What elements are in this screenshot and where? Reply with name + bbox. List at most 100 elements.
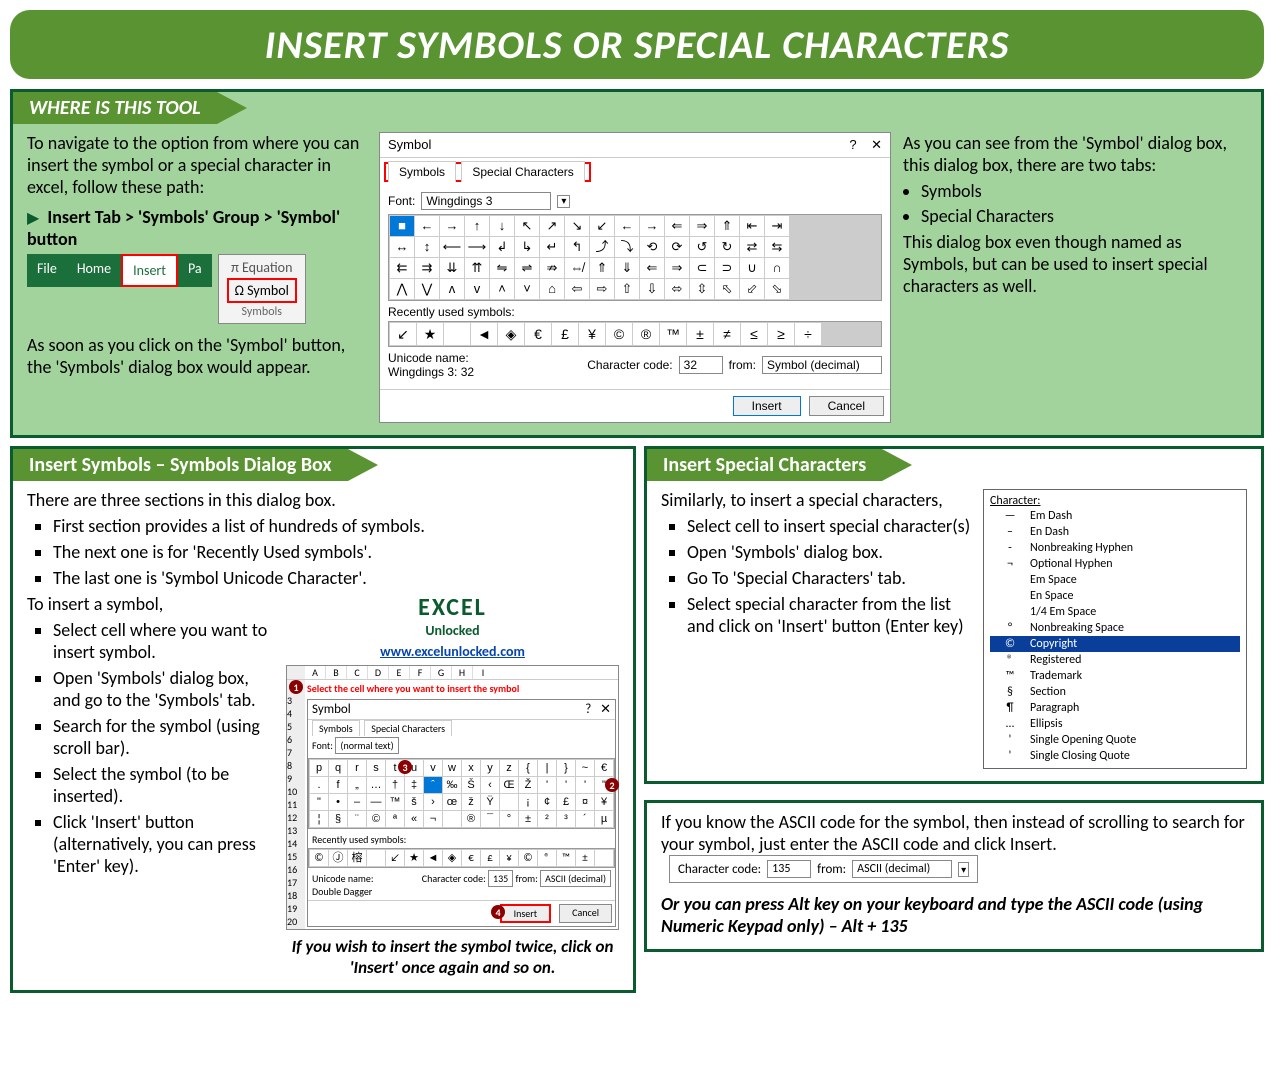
symbol-cell[interactable]: ¨ [348,811,366,827]
char-list-row[interactable]: 'Single Opening Quote [990,732,1240,748]
symbol-cell[interactable]: › [424,794,442,810]
recent-symbol-cell[interactable]: ™ [557,850,575,866]
symbol-cell[interactable]: « [405,811,423,827]
recent-symbol-cell[interactable]: © [519,850,537,866]
recent-symbol-cell[interactable]: ® [633,323,659,345]
recent-symbol-cell[interactable]: ★ [405,850,423,866]
symbol-cell[interactable]: ¯ [481,811,499,827]
symbol-cell[interactable]: † [386,777,404,793]
symbol-cell[interactable]: ⇑ [590,258,614,278]
recent-symbol-cell[interactable]: ÷ [795,323,821,345]
symbol-cell[interactable]: ´ [576,811,594,827]
symbol-cell[interactable]: ⇇ [390,258,414,278]
symbol-cell[interactable]: Ž [519,777,537,793]
logo-link[interactable]: www.excelunlocked.com [380,643,525,660]
symbol-cell[interactable]: ↵ [540,237,564,257]
symbol-cell[interactable]: ~ [576,760,594,776]
symbol-cell[interactable]: ⇤ [740,216,764,236]
symbol-cell[interactable]: ⊃ [715,258,739,278]
symbol-cell[interactable]: ⟲ [640,237,664,257]
symbol-cell[interactable]: ⇐ [665,216,689,236]
symbol-cell[interactable]: ↘ [565,216,589,236]
symbol-cell[interactable]: ↑ [465,216,489,236]
symbol-cell[interactable]: ¡ [519,794,537,810]
symbol-cell[interactable]: ⇒ [665,258,689,278]
recent-symbol-cell[interactable]: ≥ [768,323,794,345]
symbol-cell[interactable]: ↓ [490,216,514,236]
symbol-cell[interactable]: ⇊ [440,258,464,278]
symbol-cell[interactable]: … [367,777,385,793]
symbol-cell[interactable]: " [310,794,328,810]
font-select[interactable]: Wingdings 3 [421,192,551,210]
symbol-cell[interactable]: → [440,216,464,236]
small-recent-grid[interactable]: ©Ⓙ榕↙★◄◈€£¥©®™± [308,848,615,868]
symbol-cell[interactable]: x [462,760,480,776]
symbol-cell[interactable]: ‰ [443,777,461,793]
insert-button[interactable]: Insert [733,396,801,416]
symbol-cell[interactable]: v [424,760,442,776]
symbol-cell[interactable]: ⬂ [765,279,789,299]
symbol-cell[interactable]: ʌ [440,279,464,299]
recent-symbol-cell[interactable]: £ [552,323,578,345]
symbol-cell[interactable]: ž [462,794,480,810]
symbol-cell[interactable]: © [367,811,385,827]
symbol-cell[interactable]: w [443,760,461,776]
symbol-cell[interactable]: ⬄ [665,279,689,299]
symbol-cell[interactable]: ⇏ [540,258,564,278]
recent-symbol-cell[interactable]: © [606,323,632,345]
symbol-cell[interactable]: ' [538,777,556,793]
dropdown-icon[interactable]: ▾ [958,862,969,877]
char-list-row[interactable]: ©Copyright [990,636,1240,652]
recent-symbol-cell[interactable]: ◈ [443,850,461,866]
symbol-cell[interactable]: ← [415,216,439,236]
recent-symbol-cell[interactable]: ® [538,850,556,866]
symbol-cell[interactable]: ↗ [540,216,564,236]
recent-symbols-grid[interactable]: ↙★◄◈€£¥©®™±≠≤≥÷ [388,321,882,347]
symbol-cell[interactable]: ↲ [490,237,514,257]
symbol-cell[interactable]: ↳ [515,237,539,257]
symbol-cell[interactable]: ¬ [424,811,442,827]
symbol-cell[interactable]: → [640,216,664,236]
symbol-cell[interactable]: ³ [557,811,575,827]
symbol-cell[interactable]: ⇋ [490,258,514,278]
recent-symbol-cell[interactable]: Ⓙ [329,850,347,866]
symbol-cell[interactable]: ® [462,811,480,827]
recent-symbol-cell[interactable]: € [525,323,551,345]
symbol-cell[interactable]: ∪ [740,258,764,278]
tab-symbols[interactable]: Symbols [388,161,456,182]
symbol-cell[interactable]: ↕ [415,237,439,257]
recent-symbol-cell[interactable] [595,850,613,866]
character-list[interactable]: Character: —Em Dash–En Dash-Nonbreaking … [983,489,1247,769]
recent-symbol-cell[interactable]: ± [576,850,594,866]
char-list-row[interactable]: —Em Dash [990,508,1240,524]
symbol-cell[interactable]: £ [557,794,575,810]
symbol-cell[interactable]: ⇩ [640,279,664,299]
recent-symbol-cell[interactable]: £ [481,850,499,866]
char-list-row[interactable]: …Ellipsis [990,716,1240,732]
char-list-row[interactable]: ™Trademark [990,668,1240,684]
from-select[interactable]: Symbol (decimal) [762,356,882,374]
symbol-cell[interactable]: ˄ [490,279,514,299]
symbol-cell[interactable]: — [367,794,385,810]
symbol-cell[interactable]: p [310,760,328,776]
symbol-cell[interactable] [500,794,518,810]
char-list-row[interactable]: ¶Paragraph [990,700,1240,716]
symbol-cell[interactable]: ∩ [765,258,789,278]
symbol-cell[interactable]: ± [519,811,537,827]
recent-symbol-cell[interactable]: ↙ [390,323,416,345]
symbol-cell[interactable]: q [329,760,347,776]
symbol-cell[interactable]: ⬁ [715,279,739,299]
symbol-cell[interactable]: € [595,760,613,776]
recent-symbol-cell[interactable]: © [310,850,328,866]
symbol-cell[interactable]: µ [595,811,613,827]
symbol-cell[interactable]: ⇳ [690,279,714,299]
recent-symbol-cell[interactable]: ≤ [741,323,767,345]
symbol-cell[interactable]: Œ [500,777,518,793]
symbol-cell[interactable]: ˆ [424,777,442,793]
recent-symbol-cell[interactable]: ¥ [500,850,518,866]
equation-button[interactable]: π Equation [227,259,297,276]
recent-symbol-cell[interactable]: ≠ [714,323,740,345]
symbol-cell[interactable]: f [329,777,347,793]
char-list-row[interactable]: §Section [990,684,1240,700]
symbol-cell[interactable]: ⟳ [665,237,689,257]
